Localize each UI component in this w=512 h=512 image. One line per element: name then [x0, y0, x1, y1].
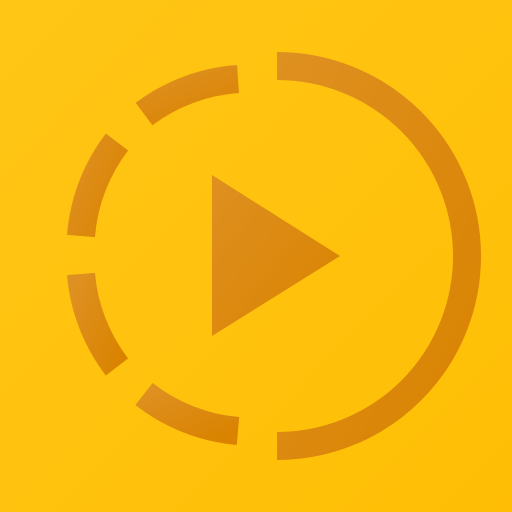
app-icon-tile[interactable] [0, 0, 512, 512]
play-circle-dashed-icon [0, 0, 512, 512]
